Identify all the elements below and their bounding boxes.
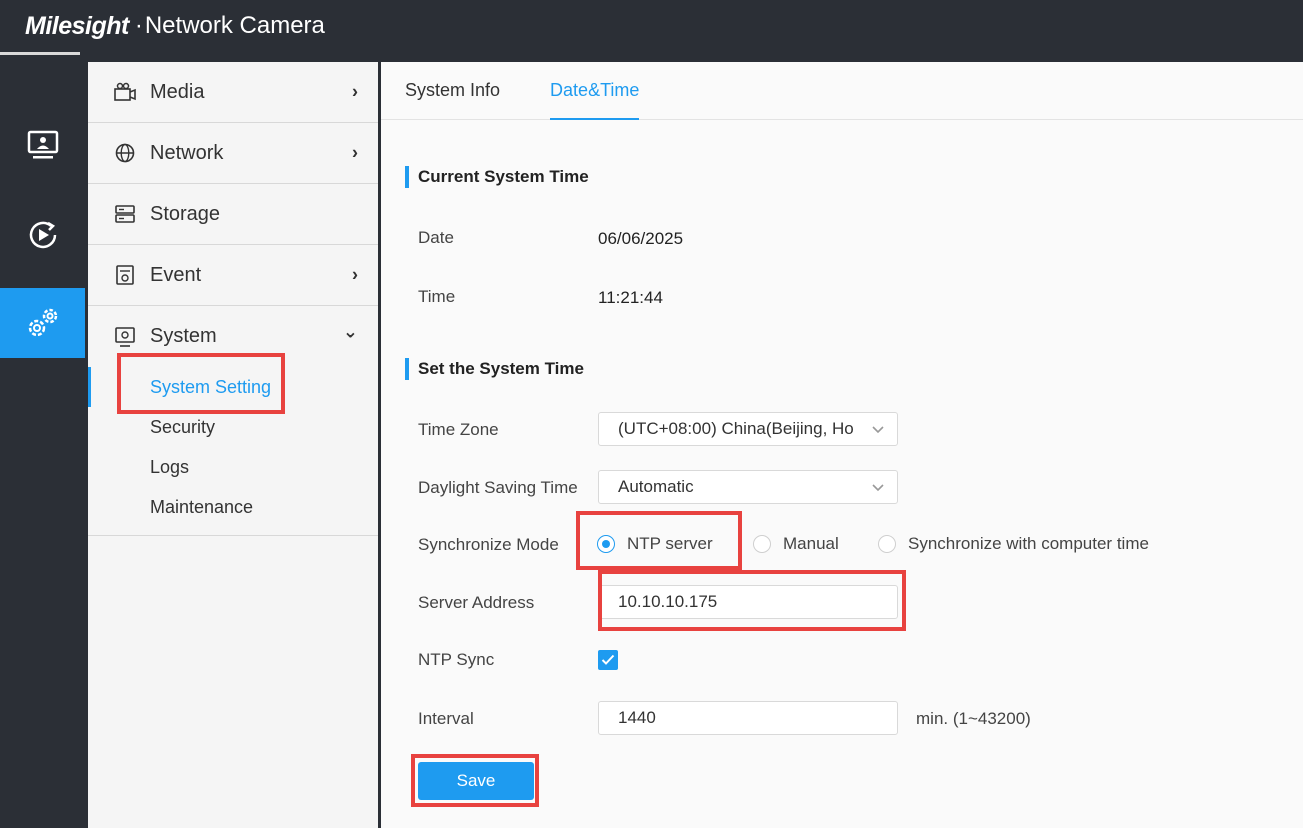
settings-sidebar: Media › Network › Storage Event › System… [88,62,378,828]
settings-button[interactable] [0,288,85,358]
storage-icon [114,203,136,225]
date-label: Date [418,228,454,247]
interval-unit: min. (1~43200) [916,709,1031,728]
sidebar-sub-system-setting[interactable]: System Setting [88,367,378,407]
dst-select[interactable]: Automatic [598,470,898,504]
date-value: 06/06/2025 [598,229,684,248]
server-address-input[interactable] [598,585,898,619]
chevron-right-icon: › [352,142,358,163]
radio-ntp-server[interactable]: NTP server [597,534,713,554]
ntp-sync-label: NTP Sync [418,650,495,669]
playback-button[interactable] [0,200,85,270]
product-title: ·Network Camera [134,12,325,39]
tab-bar: System Info Date&Time [381,62,1303,120]
ntp-sync-checkbox[interactable] [598,650,618,670]
timezone-label: Time Zone [418,420,499,439]
sync-mode-label: Synchronize Mode [418,535,559,554]
time-value: 11:21:44 [598,288,663,307]
checkmark-icon [601,654,615,665]
gear-icon [28,308,57,337]
interval-label: Interval [418,709,474,728]
sidebar-item-network[interactable]: Network › [88,123,378,184]
save-button[interactable]: Save [418,762,534,800]
section-current-time: Current System Time [405,166,589,188]
sidebar-item-media[interactable]: Media › [88,62,378,123]
radio-manual[interactable]: Manual [753,534,839,554]
dst-label: Daylight Saving Time [418,478,578,497]
radio-unselected-icon [878,535,896,553]
chevron-right-icon: › [352,264,358,285]
camera-icon [114,81,136,103]
playback-icon [29,221,56,249]
live-view-button[interactable] [0,110,85,180]
timezone-select[interactable]: (UTC+08:00) China(Beijing, Ho [598,412,898,446]
brand-logo: Milesight [25,11,129,40]
main-panel: System Info Date&Time Current System Tim… [381,62,1303,828]
event-icon [114,264,136,286]
radio-selected-icon [597,535,615,553]
sidebar-sub-security[interactable]: Security [88,407,378,447]
sidebar-item-system[interactable]: System ⌄ [88,306,378,367]
radio-unselected-icon [753,535,771,553]
tab-date-time[interactable]: Date&Time [550,62,640,120]
sidebar-item-event[interactable]: Event › [88,245,378,306]
monitor-icon [27,130,58,159]
nav-rail [0,52,85,828]
chevron-down-icon [872,426,884,434]
sidebar-sub-logs[interactable]: Logs [88,447,378,487]
radio-sync-computer[interactable]: Synchronize with computer time [878,534,1149,554]
chevron-down-icon [872,484,884,492]
system-icon [114,326,136,348]
time-label: Time [418,287,456,306]
system-submenu: System ⌄ System Setting Security Logs Ma… [88,306,378,536]
server-address-label: Server Address [418,593,535,612]
sidebar-item-storage[interactable]: Storage [88,184,378,245]
globe-icon [114,142,136,164]
interval-input[interactable] [598,701,898,735]
section-set-time: Set the System Time [405,358,584,380]
top-header: Milesight ·Network Camera [0,0,1303,52]
chevron-right-icon: › [352,81,358,102]
chevron-down-icon: ⌄ [342,321,358,342]
tab-system-info[interactable]: System Info [405,62,500,119]
sidebar-sub-maintenance[interactable]: Maintenance [88,487,378,527]
